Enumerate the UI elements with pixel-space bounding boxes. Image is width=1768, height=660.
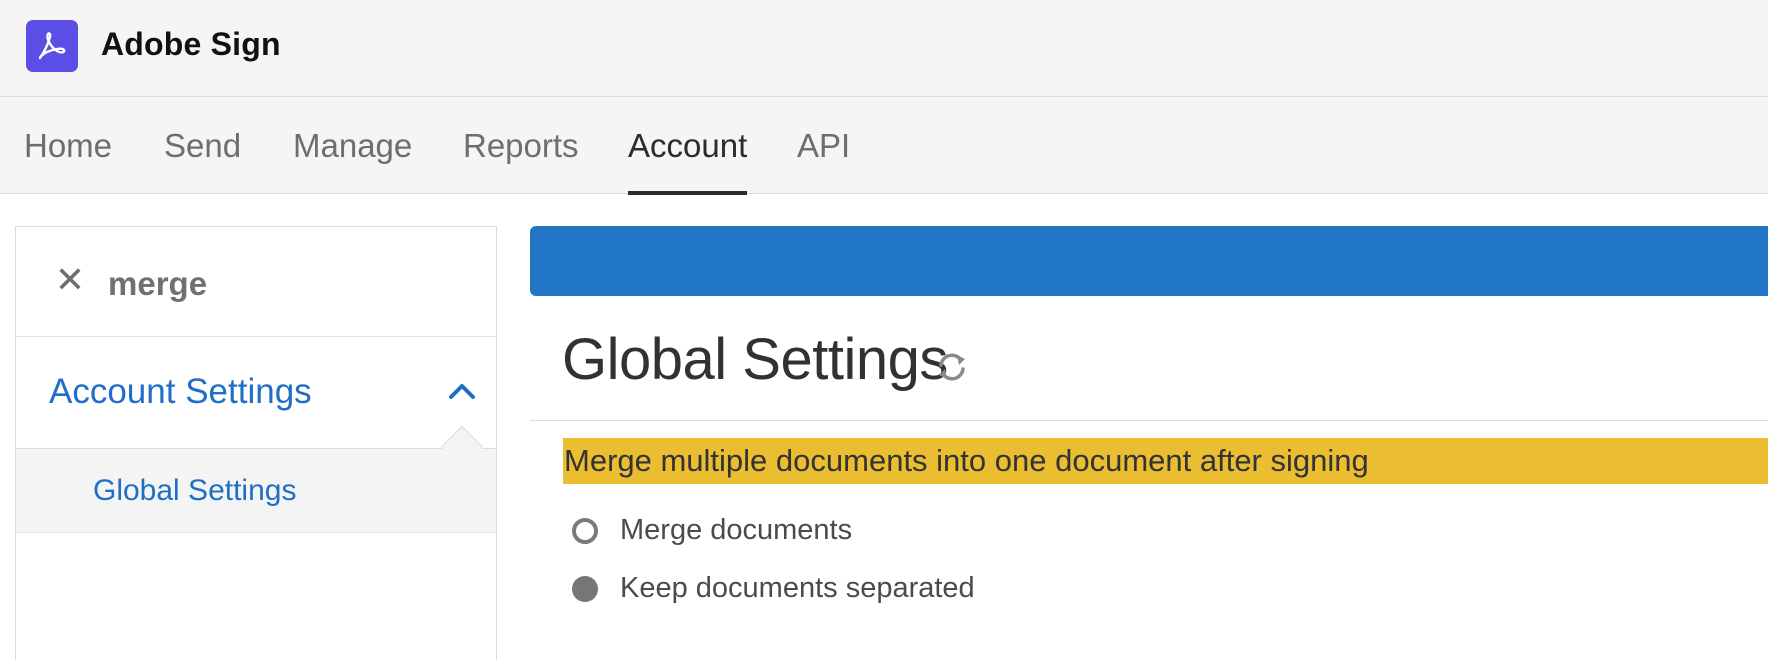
chevron-up-icon[interactable] (446, 379, 478, 403)
sidebar-item-label: Global Settings (93, 474, 297, 507)
radio-merge-documents[interactable] (572, 518, 598, 544)
tab-reports[interactable]: Reports (463, 97, 579, 194)
radio-label-keep-documents-separated[interactable]: Keep documents separated (620, 572, 975, 605)
sidebar-section-label: Account Settings (49, 372, 312, 411)
top-header: Adobe Sign (0, 0, 1768, 97)
refresh-icon[interactable] (935, 350, 969, 384)
header-banner (530, 226, 1768, 296)
tab-account[interactable]: Account (628, 97, 748, 195)
settings-sidebar: ✕ merge Account Settings Global Settings (15, 226, 497, 660)
main-nav: Home Send Manage Reports Account API (0, 97, 1768, 195)
divider (530, 420, 1768, 421)
close-icon[interactable]: ✕ (50, 260, 90, 300)
tab-home[interactable]: Home (24, 97, 112, 194)
page-title: Global Settings (562, 327, 948, 392)
tab-api[interactable]: API (797, 97, 850, 194)
sidebar-item-global-settings[interactable]: Global Settings (16, 449, 496, 533)
sidebar-section-account-settings[interactable]: Account Settings (16, 337, 496, 449)
tab-send[interactable]: Send (164, 97, 241, 194)
adobe-acrobat-icon[interactable] (26, 20, 78, 72)
tab-manage[interactable]: Manage (293, 97, 412, 194)
app-title: Adobe Sign (101, 26, 281, 62)
search-input[interactable]: merge (108, 265, 207, 303)
radio-label-merge-documents[interactable]: Merge documents (620, 514, 852, 547)
radio-keep-documents-separated[interactable] (572, 576, 598, 602)
search-filter: ✕ merge (16, 227, 496, 337)
setting-label-merge-documents: Merge multiple documents into one docume… (564, 443, 1369, 478)
